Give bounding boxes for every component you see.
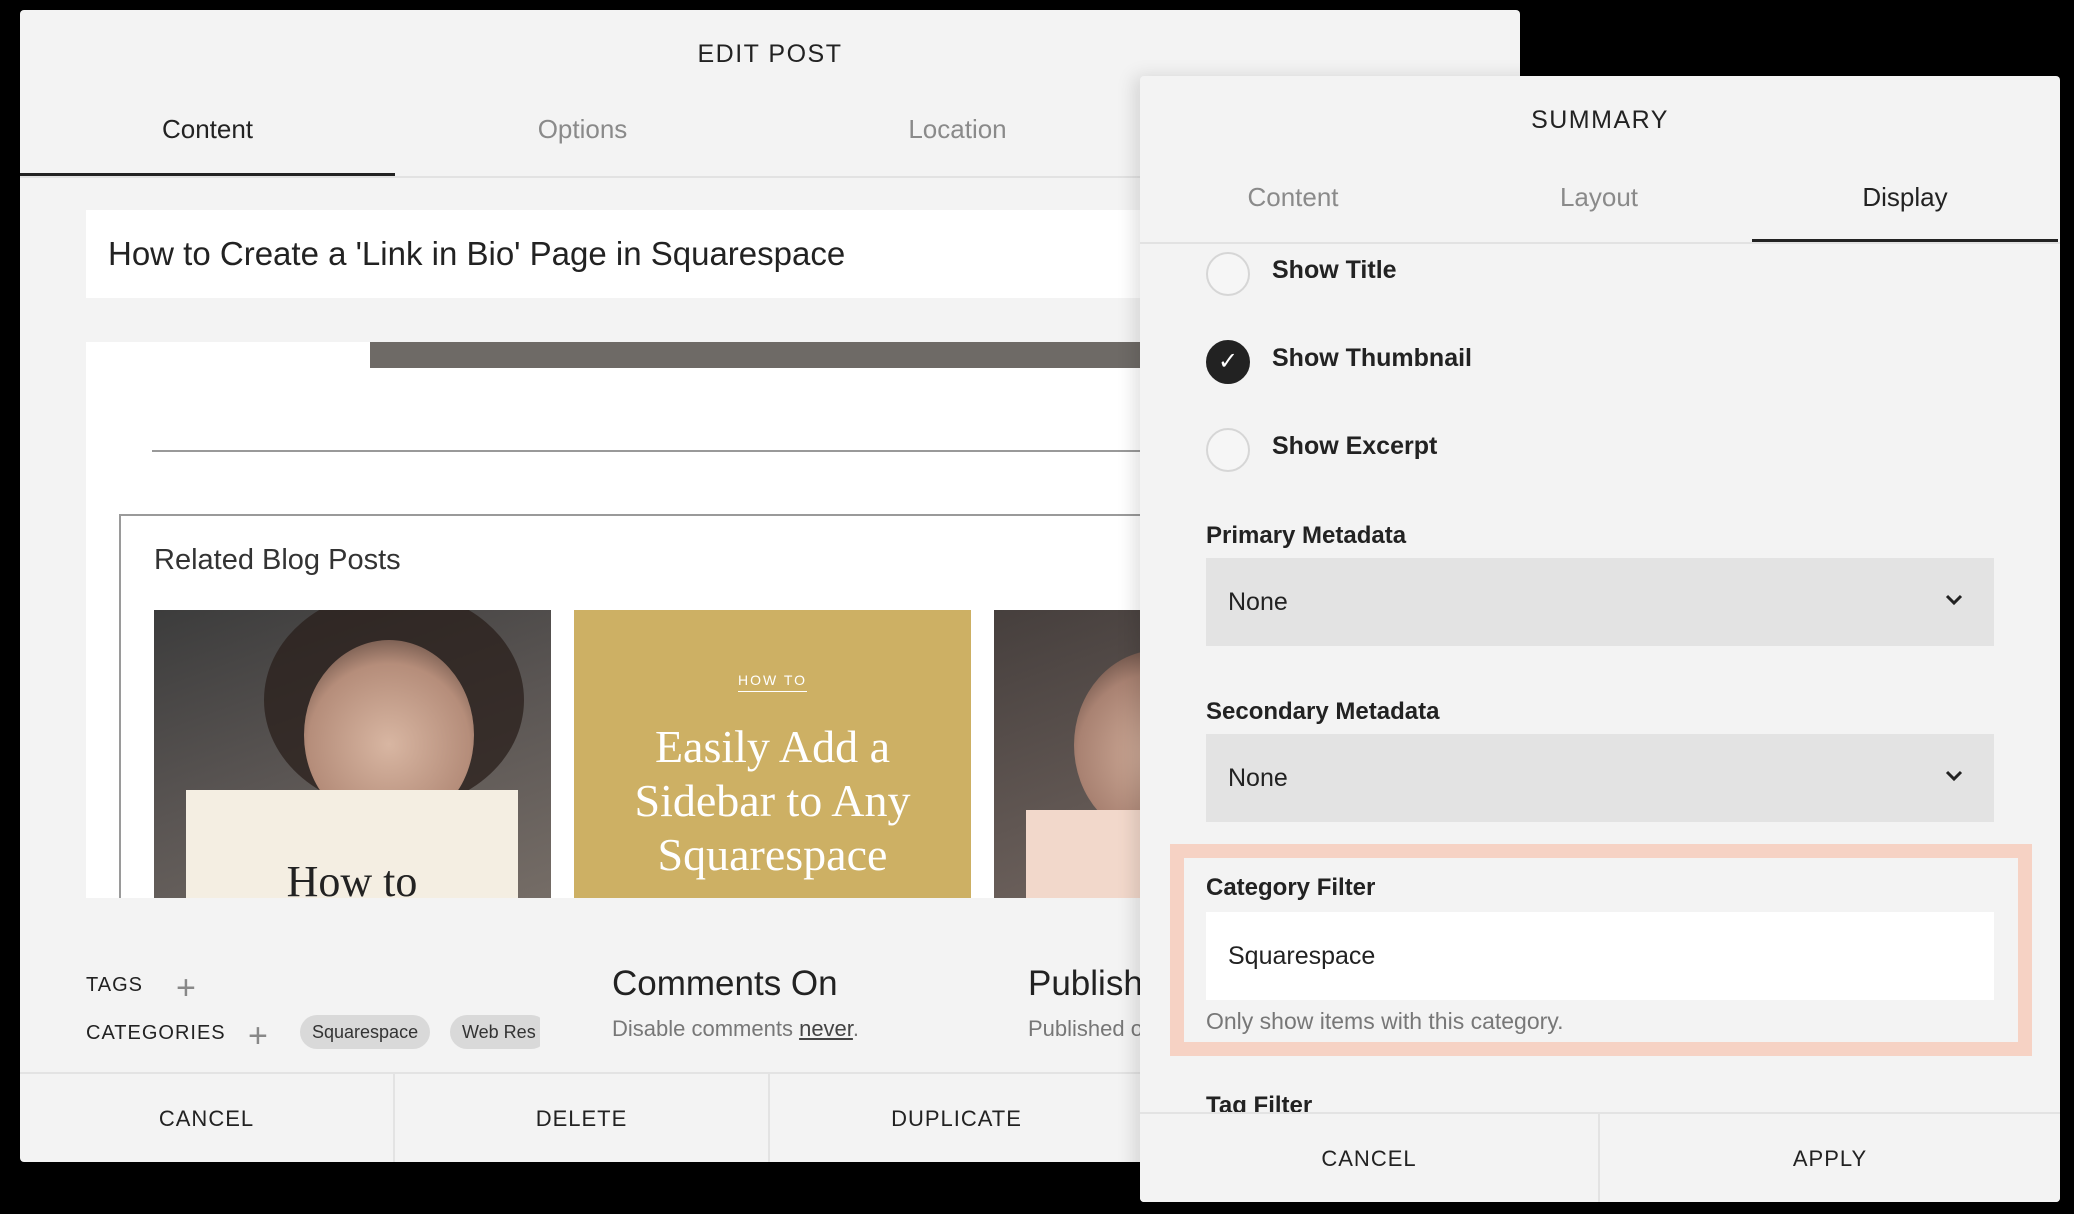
primary-metadata-select[interactable]: None xyxy=(1206,558,1994,646)
chevron-down-icon xyxy=(1945,594,1963,606)
show-excerpt-checkbox[interactable] xyxy=(1206,428,1250,472)
divider xyxy=(152,450,1252,452)
tab-content[interactable]: Content xyxy=(1140,168,1446,242)
comments-subtext: Disable comments never. xyxy=(612,1016,859,1042)
apply-button[interactable]: APPLY xyxy=(1600,1114,2060,1202)
show-title-checkbox[interactable] xyxy=(1206,252,1250,296)
card-kicker-text: HOW TO xyxy=(737,672,808,692)
card-headline: Easily Add a Sidebar to Any Squarespace xyxy=(634,721,911,880)
panel-title: EDIT POST xyxy=(697,40,843,68)
panel-title: SUMMARY xyxy=(1531,106,1669,134)
related-post-card[interactable]: HOW TO Easily Add a Sidebar to Any Squar… xyxy=(574,610,971,898)
related-posts-block[interactable]: Related Blog Posts How to HOW TO Easily … xyxy=(119,514,1286,898)
add-tag-plus-icon[interactable]: + xyxy=(176,971,196,1005)
secondary-metadata-value: None xyxy=(1228,764,1288,792)
related-post-card[interactable]: How to xyxy=(154,610,551,898)
category-chips: Squarespace Web Res xyxy=(300,1010,540,1054)
category-chip[interactable]: Squarespace xyxy=(300,1015,431,1049)
primary-metadata-label: Primary Metadata xyxy=(1206,522,1407,549)
categories-label: CATEGORIES xyxy=(86,1022,226,1044)
post-title-input[interactable]: How to Create a 'Link in Bio' Page in Sq… xyxy=(86,210,1286,298)
related-posts-heading: Related Blog Posts xyxy=(154,544,401,576)
cancel-button[interactable]: CANCEL xyxy=(1140,1114,1600,1202)
tab-display[interactable]: Display xyxy=(1752,168,2058,242)
comments-status[interactable]: Comments On xyxy=(612,964,838,1004)
category-filter-hint: Only show items with this category. xyxy=(1206,1008,1564,1034)
secondary-metadata-select[interactable]: None xyxy=(1206,734,1994,822)
summary-tabs: Content Layout Display xyxy=(1140,168,2060,244)
category-chip[interactable]: Web Res xyxy=(450,1015,540,1049)
card-overlay: How to xyxy=(186,790,518,898)
summary-panel: SUMMARY Content Layout Display Show Titl… xyxy=(1140,76,2060,1202)
tab-location[interactable]: Location xyxy=(770,98,1145,176)
tags-label: TAGS xyxy=(86,974,143,996)
show-excerpt-label: Show Excerpt xyxy=(1272,432,1438,460)
summary-footer: CANCEL APPLY xyxy=(1140,1112,2060,1202)
duplicate-button[interactable]: DUPLICATE xyxy=(770,1074,1145,1162)
card-text: How to xyxy=(286,857,418,898)
tab-content[interactable]: Content xyxy=(20,98,395,176)
delete-button[interactable]: DELETE xyxy=(395,1074,770,1162)
card-kicker: HOW TO xyxy=(574,672,971,692)
image-block[interactable] xyxy=(370,342,1270,368)
tab-layout[interactable]: Layout xyxy=(1446,168,1752,242)
category-filter-label: Category Filter xyxy=(1206,874,1376,901)
chevron-down-icon xyxy=(1945,770,1963,782)
checkmark-icon[interactable]: ✓ xyxy=(1206,340,1250,384)
post-body-editor[interactable]: Related Blog Posts How to HOW TO Easily … xyxy=(86,342,1286,898)
primary-metadata-value: None xyxy=(1228,588,1288,616)
comments-suffix: . xyxy=(852,1016,860,1041)
category-filter-input[interactable]: Squarespace xyxy=(1206,912,1994,1000)
tab-options[interactable]: Options xyxy=(395,98,770,176)
category-filter-value: Squarespace xyxy=(1228,942,1376,970)
published-subtext: Published o xyxy=(1028,1016,1143,1041)
comments-prefix: Disable comments xyxy=(612,1016,800,1041)
cancel-button[interactable]: CANCEL xyxy=(20,1074,395,1162)
show-title-label: Show Title xyxy=(1272,256,1397,284)
secondary-metadata-label: Secondary Metadata xyxy=(1206,698,1440,725)
add-category-plus-icon[interactable]: + xyxy=(248,1019,268,1053)
show-thumbnail-label: Show Thumbnail xyxy=(1272,344,1472,372)
comments-never-link[interactable]: never xyxy=(799,1016,853,1041)
